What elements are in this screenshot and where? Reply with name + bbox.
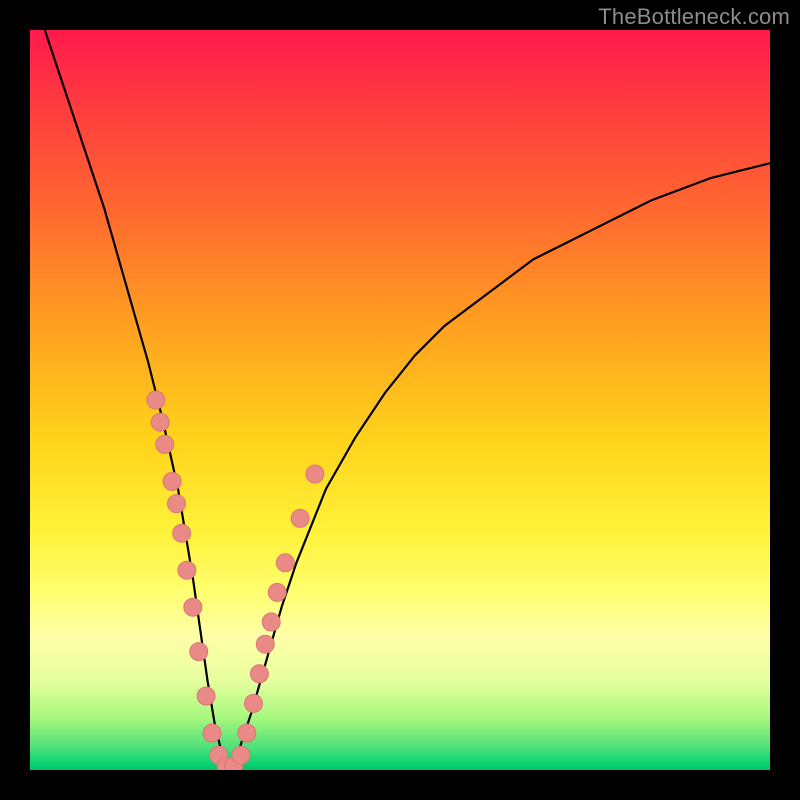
curve-marker [178,561,196,579]
curve-marker [256,635,274,653]
curve-marker [190,643,208,661]
curve-marker [276,554,294,572]
curve-marker [168,495,186,513]
chart-svg [30,30,770,770]
curve-marker [197,687,215,705]
curve-marker [163,472,181,490]
plot-area [30,30,770,770]
chart-container: TheBottleneck.com [0,0,800,800]
curve-marker [173,524,191,542]
curve-marker [262,613,280,631]
curve-marker [245,694,263,712]
curve-marker [147,391,165,409]
curve-marker [151,413,169,431]
curve-marker [232,746,250,764]
watermark-text: TheBottleneck.com [598,4,790,30]
curve-marker [203,724,221,742]
curve-marker [156,435,174,453]
curve-marker [306,465,324,483]
curve-marker [238,724,256,742]
curve-marker [184,598,202,616]
curve-marker [250,665,268,683]
curve-marker [291,509,309,527]
curve-marker [268,583,286,601]
curve-markers-group [147,391,324,770]
